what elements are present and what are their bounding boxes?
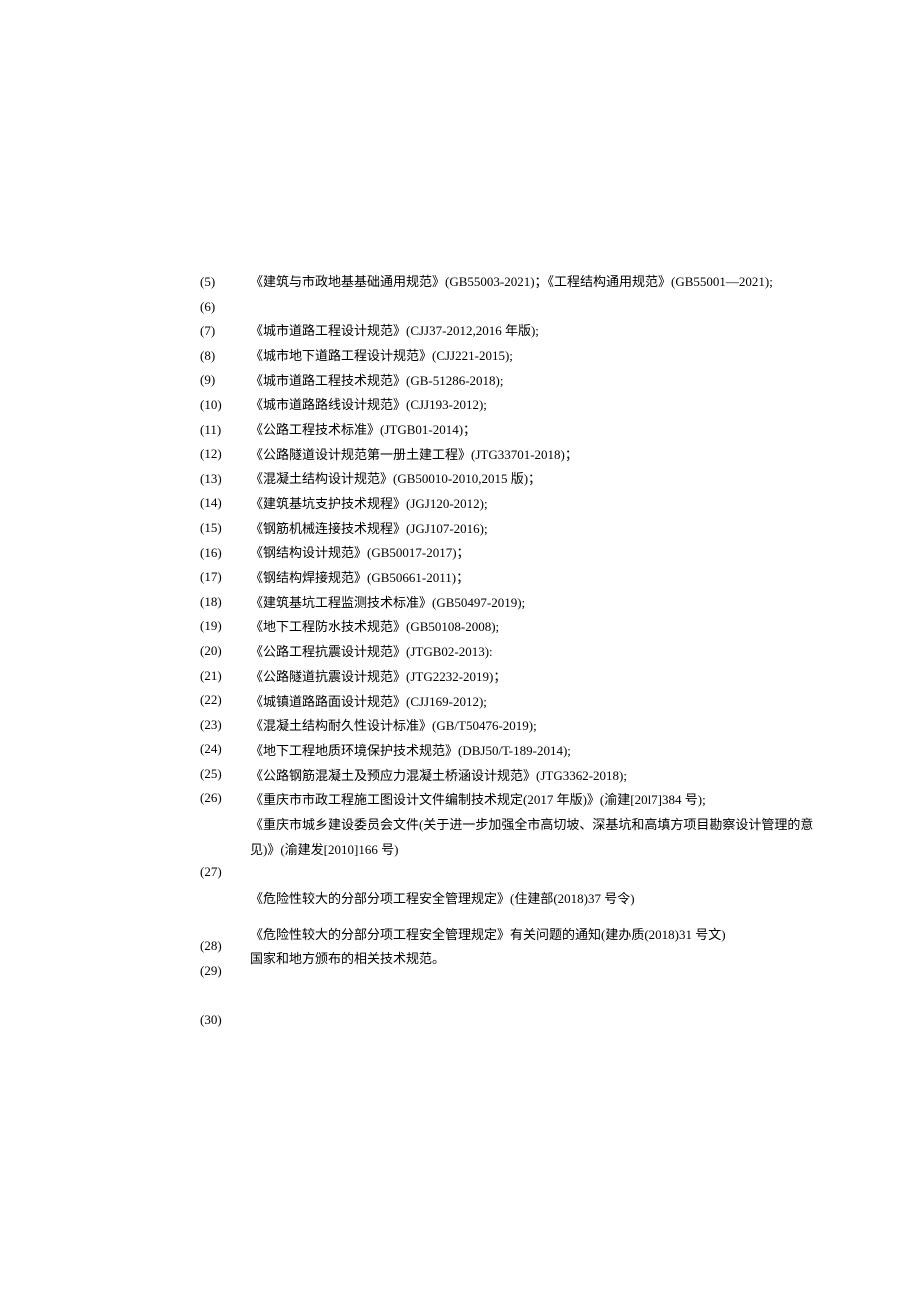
list-number — [200, 836, 245, 861]
list-number: (19) — [200, 614, 245, 639]
list-number: (14) — [200, 491, 245, 516]
text-column: 《建筑与市政地基基础通用规范》(GB55003-2021)；《工程结构通用规范》… — [250, 270, 830, 1032]
list-text: 《公路钢筋混凝土及预应力混凝土桥涵设计规范》(JTG3362-2018); — [250, 764, 830, 789]
list-number: (18) — [200, 590, 245, 615]
list-number: (11) — [200, 418, 245, 443]
list-number: (16) — [200, 541, 245, 566]
list-text: 《建筑与市政地基基础通用规范》(GB55003-2021)；《工程结构通用规范》… — [250, 270, 830, 319]
list-text: 《重庆市城乡建设委员会文件(关于进一步加强全市高切坡、深基坑和高填方项目勘察设计… — [250, 813, 830, 887]
list-number: (9) — [200, 368, 245, 393]
list-number: (21) — [200, 664, 245, 689]
list-text: 《混凝土结构设计规范》(GB50010-2010,2015 版)； — [250, 467, 830, 492]
list-number — [200, 909, 245, 934]
list-number: (26) — [200, 786, 245, 811]
list-number — [200, 885, 245, 910]
list-text: 《建筑基坑支护技术规程》(JGJ120-2012); — [250, 492, 830, 517]
list-text: 国家和地方颁布的相关技术规范。 — [250, 947, 830, 972]
list-text: 《公路隧道抗震设计规范》(JTG2232-2019)； — [250, 665, 830, 690]
list-number: (25) — [200, 762, 245, 787]
list-number: (30) — [200, 1008, 245, 1033]
list-text: 《城市道路工程设计规范》(CJJ37-2012,2016 年版); — [250, 319, 830, 344]
list-text: 《地下工程地质环境保护技术规范》(DBJ50/T-189-2014); — [250, 739, 830, 764]
list-number: (15) — [200, 516, 245, 541]
list-number: (22) — [200, 688, 245, 713]
list-number: (17) — [200, 565, 245, 590]
list-number: (6) — [200, 295, 245, 320]
list-number: (8) — [200, 344, 245, 369]
list-number: (23) — [200, 713, 245, 738]
list-text: 《钢结构焊接规范》(GB50661-2011)； — [250, 566, 830, 591]
list-text: 《城镇道路路面设计规范》(CJJ169-2012); — [250, 690, 830, 715]
number-column: (5) (6) (7) (8) (9) (10) (11) (12) (13) … — [200, 270, 245, 1032]
list-text: 《公路工程技术标准》(JTGB01-2014)； — [250, 418, 830, 443]
list-text: 《公路隧道设计规范第一册土建工程》(JTG33701-2018)； — [250, 443, 830, 468]
list-number: (12) — [200, 442, 245, 467]
list-text: 《混凝土结构耐久性设计标准》(GB/T50476-2019); — [250, 714, 830, 739]
list-number — [200, 983, 245, 1008]
list-text: 《公路工程抗震设计规范》(JTGB02-2013): — [250, 640, 830, 665]
list-text: 《城市道路工程技术规范》(GB-51286-2018); — [250, 369, 830, 394]
list-text: 《城市道路路线设计规范》(CJJ193-2012); — [250, 393, 830, 418]
list-number — [200, 811, 245, 836]
list-text: 《钢筋机械连接技术规程》(JGJ107-2016); — [250, 517, 830, 542]
list-number: (28) — [200, 934, 245, 959]
list-number: (24) — [200, 737, 245, 762]
list-number: (7) — [200, 319, 245, 344]
list-text: 《城市地下道路工程设计规范》(CJJ221-2015); — [250, 344, 830, 369]
list-number: (27) — [200, 860, 245, 885]
list-text: 《危险性较大的分部分项工程安全管理规定》(住建部(2018)37 号令) — [250, 887, 830, 923]
list-text: 《地下工程防水技术规范》(GB50108-2008); — [250, 615, 830, 640]
list-text: 《钢结构设计规范》(GB50017-2017)； — [250, 541, 830, 566]
list-text: 《危险性较大的分部分项工程安全管理规定》有关问题的通知(建办质(2018)31 … — [250, 923, 830, 948]
list-number: (13) — [200, 467, 245, 492]
reference-list: (5) (6) (7) (8) (9) (10) (11) (12) (13) … — [200, 270, 830, 1032]
list-text: 《建筑基坑工程监测技术标准》(GB50497-2019); — [250, 591, 830, 616]
list-number: (5) — [200, 270, 245, 295]
list-number: (10) — [200, 393, 245, 418]
list-text: 《重庆市市政工程施工图设计文件编制技术规定(2017 年版)》(渝建[20l7]… — [250, 788, 830, 813]
list-number: (29) — [200, 959, 245, 984]
list-number: (20) — [200, 639, 245, 664]
